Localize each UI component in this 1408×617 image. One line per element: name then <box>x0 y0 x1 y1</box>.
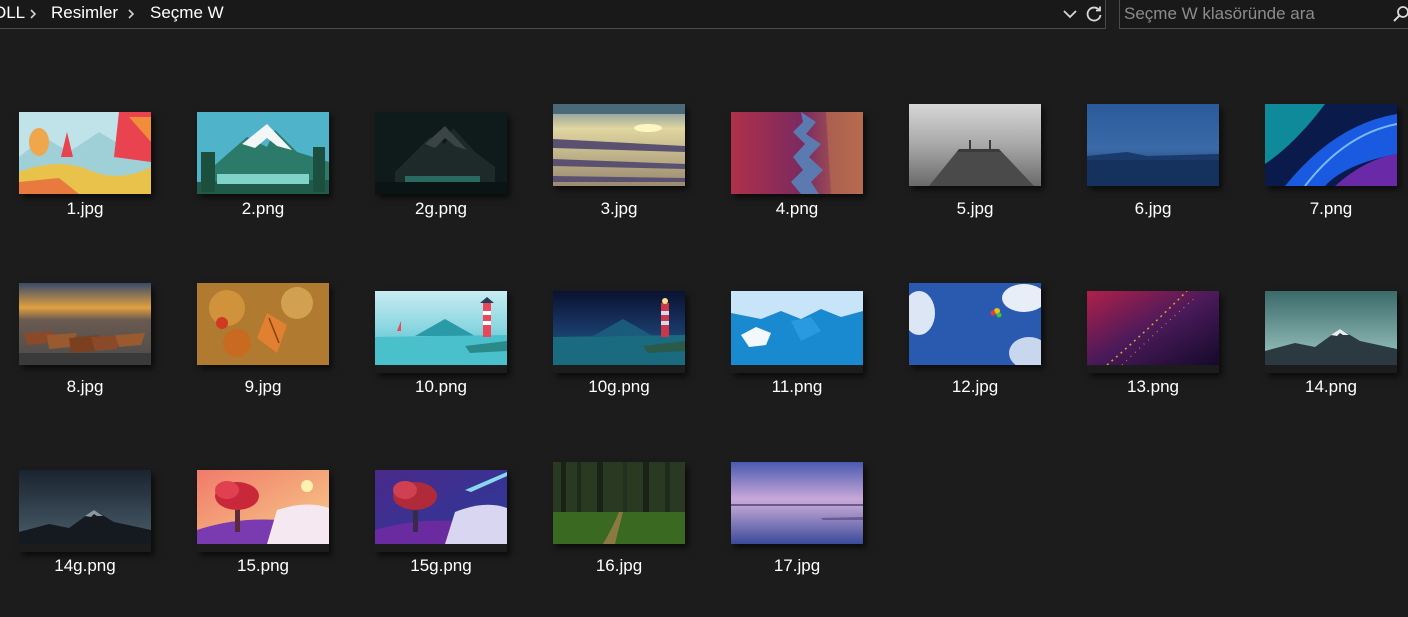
file-name: 5.jpg <box>956 199 994 218</box>
image-thumbnail <box>1087 104 1219 186</box>
file-name: 14g.png <box>54 556 116 575</box>
file-name: 8.jpg <box>66 377 104 396</box>
image-thumbnail <box>731 462 863 544</box>
file-name: 1.jpg <box>66 199 104 218</box>
file-name: 10g.png <box>588 377 650 396</box>
file-name: 17.jpg <box>773 556 821 575</box>
chevron-down-icon[interactable] <box>1059 2 1081 26</box>
image-thumbnail <box>553 291 685 373</box>
file-name: 10.png <box>415 377 467 396</box>
file-item-14g-png[interactable]: 14g.png <box>0 447 170 617</box>
file-item-15g-png[interactable]: 15g.png <box>356 447 526 617</box>
search-box[interactable] <box>1119 0 1408 29</box>
image-thumbnail <box>19 470 151 552</box>
chevron-right-icon[interactable] <box>27 4 41 24</box>
image-thumbnail <box>197 112 329 194</box>
file-item-17-jpg[interactable]: 17.jpg <box>712 447 882 617</box>
image-thumbnail <box>553 462 685 544</box>
file-item-4-png[interactable]: 4.png <box>712 90 882 260</box>
image-thumbnail <box>731 291 863 373</box>
file-name: 13.png <box>1127 377 1179 396</box>
file-item-13-png[interactable]: 13.png <box>1068 268 1238 438</box>
file-name: 6.jpg <box>1134 199 1172 218</box>
file-item-14-png[interactable]: 14.png <box>1246 268 1408 438</box>
address-bar[interactable]: OLL Resimler Seçme W <box>0 0 1106 29</box>
breadcrumb-item-resimler[interactable]: Resimler <box>51 3 118 23</box>
chevron-right-icon[interactable] <box>125 4 139 24</box>
file-name: 3.jpg <box>600 199 638 218</box>
image-thumbnail <box>197 470 329 552</box>
toolbar: OLL Resimler Seçme W <box>0 0 1408 30</box>
file-item-11-png[interactable]: 11.png <box>712 268 882 438</box>
file-item-15-png[interactable]: 15.png <box>178 447 348 617</box>
image-thumbnail <box>375 112 507 194</box>
file-name: 2g.png <box>415 199 467 218</box>
image-thumbnail <box>553 104 685 186</box>
file-name: 7.png <box>1309 199 1353 218</box>
search-icon[interactable] <box>1392 3 1408 25</box>
file-name: 4.png <box>775 199 819 218</box>
file-name: 16.jpg <box>595 556 643 575</box>
breadcrumb-item-current[interactable]: Seçme W <box>150 3 224 23</box>
image-thumbnail <box>375 291 507 373</box>
file-item-2-png[interactable]: 2.png <box>178 90 348 260</box>
image-thumbnail <box>909 104 1041 186</box>
refresh-icon[interactable] <box>1083 2 1105 26</box>
search-input[interactable] <box>1124 2 1382 26</box>
file-name: 12.jpg <box>951 377 999 396</box>
image-thumbnail <box>197 283 329 365</box>
image-thumbnail <box>1087 291 1219 373</box>
breadcrumb-item-root[interactable]: OLL <box>0 3 25 23</box>
image-thumbnail <box>19 112 151 194</box>
file-item-2g-png[interactable]: 2g.png <box>356 90 526 260</box>
file-name: 15g.png <box>410 556 472 575</box>
file-item-5-jpg[interactable]: 5.jpg <box>890 90 1060 260</box>
image-thumbnail <box>909 283 1041 365</box>
file-item-9-jpg[interactable]: 9.jpg <box>178 268 348 438</box>
file-item-7-png[interactable]: 7.png <box>1246 90 1408 260</box>
file-name: 2.png <box>241 199 285 218</box>
file-item-8-jpg[interactable]: 8.jpg <box>0 268 170 438</box>
file-item-10g-png[interactable]: 10g.png <box>534 268 704 438</box>
file-item-12-jpg[interactable]: 12.jpg <box>890 268 1060 438</box>
file-name: 14.png <box>1305 377 1357 396</box>
file-item-6-jpg[interactable]: 6.jpg <box>1068 90 1238 260</box>
image-thumbnail <box>1265 291 1397 373</box>
file-item-16-jpg[interactable]: 16.jpg <box>534 447 704 617</box>
file-item-10-png[interactable]: 10.png <box>356 268 526 438</box>
image-thumbnail <box>19 283 151 365</box>
file-name: 11.png <box>771 377 823 396</box>
file-name: 15.png <box>237 556 289 575</box>
file-item-3-jpg[interactable]: 3.jpg <box>534 90 704 260</box>
file-name: 9.jpg <box>244 377 282 396</box>
image-thumbnail <box>375 470 507 552</box>
image-thumbnail <box>1265 104 1397 186</box>
image-thumbnail <box>731 112 863 194</box>
file-item-1-jpg[interactable]: 1.jpg <box>0 90 170 260</box>
